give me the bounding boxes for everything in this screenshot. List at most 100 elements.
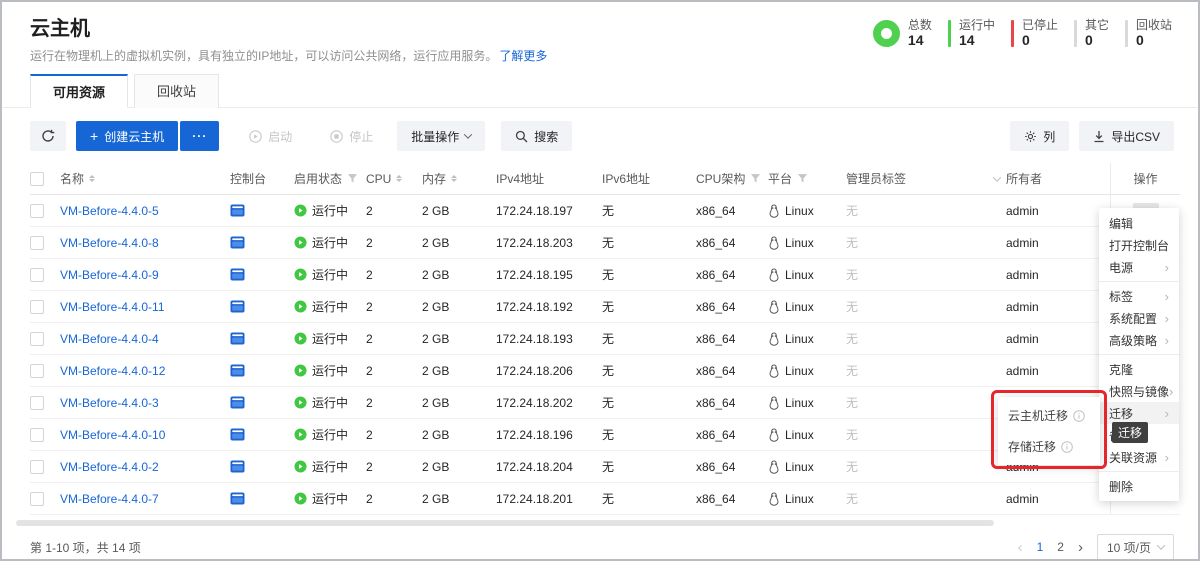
- stats: 总数14运行中14已停止0其它0回收站0: [873, 18, 1172, 49]
- row-checkbox[interactable]: [30, 396, 44, 410]
- page-button-1[interactable]: 1: [1037, 540, 1044, 554]
- search-button[interactable]: 搜索: [501, 121, 572, 151]
- vm-name-link[interactable]: VM-Before-4.4.0-5: [60, 204, 159, 218]
- menu-item-label: 克隆: [1109, 361, 1133, 378]
- row-checkbox[interactable]: [30, 492, 44, 506]
- cpu-arch-cell: x86_64: [696, 492, 768, 506]
- column-header-ops: 操作: [1110, 163, 1180, 194]
- console-icon[interactable]: [230, 204, 245, 217]
- console-icon[interactable]: [230, 268, 245, 281]
- submenu-item-存储迁移[interactable]: 存储迁移: [998, 431, 1100, 462]
- sort-icon[interactable]: [396, 175, 402, 182]
- horizontal-scrollbar-thumb[interactable]: [16, 520, 994, 526]
- row-checkbox[interactable]: [30, 236, 44, 250]
- menu-item-label: 快照与镜像: [1109, 383, 1169, 400]
- menu-item-电源[interactable]: 电源: [1099, 256, 1179, 278]
- row-checkbox[interactable]: [30, 300, 44, 314]
- menu-item-标签[interactable]: 标签: [1099, 285, 1179, 307]
- vm-name-link[interactable]: VM-Before-4.4.0-4: [60, 332, 159, 346]
- platform-text: Linux: [785, 268, 814, 282]
- sort-icon[interactable]: [89, 175, 95, 182]
- submenu-item-云主机迁移[interactable]: 云主机迁移: [998, 400, 1100, 431]
- tab-可用资源[interactable]: 可用资源: [30, 74, 128, 108]
- filter-icon[interactable]: [797, 173, 808, 184]
- create-vm-button[interactable]: 创建云主机: [76, 121, 178, 151]
- menu-item-迁移[interactable]: 迁移: [1099, 402, 1179, 424]
- vm-name-link[interactable]: VM-Before-4.4.0-8: [60, 236, 159, 250]
- prev-page-button[interactable]: [1018, 539, 1023, 556]
- console-icon[interactable]: [230, 236, 245, 249]
- menu-item-删除[interactable]: 删除: [1099, 475, 1179, 497]
- filter-icon[interactable]: [750, 173, 761, 184]
- cpu-cell: 2: [366, 268, 422, 282]
- tab-回收站[interactable]: 回收站: [134, 74, 219, 108]
- row-checkbox[interactable]: [30, 332, 44, 346]
- ipv6-cell: 无: [602, 426, 696, 443]
- vm-name-link[interactable]: VM-Before-4.4.0-2: [60, 460, 159, 474]
- learn-more-link[interactable]: 了解更多: [499, 49, 547, 63]
- stop-icon: [330, 130, 343, 143]
- create-more-button[interactable]: [180, 121, 219, 151]
- console-icon[interactable]: [230, 460, 245, 473]
- menu-item-编辑[interactable]: 编辑: [1099, 212, 1179, 234]
- row-checkbox[interactable]: [30, 364, 44, 378]
- vm-name-link[interactable]: VM-Before-4.4.0-11: [60, 300, 165, 314]
- submenu-arrow-icon: [1165, 406, 1169, 421]
- console-icon[interactable]: [230, 364, 245, 377]
- vm-name-link[interactable]: VM-Before-4.4.0-12: [60, 364, 165, 378]
- stat-item: 回收站0: [1125, 18, 1172, 49]
- chevron-down-icon[interactable]: [993, 173, 1001, 181]
- menu-item-关联资源[interactable]: 关联资源: [1099, 446, 1179, 468]
- admin-tag-cell: 无: [846, 266, 1006, 283]
- platform-text: Linux: [785, 300, 814, 314]
- vm-name-link[interactable]: VM-Before-4.4.0-7: [60, 492, 159, 506]
- menu-item-打开控制台[interactable]: 打开控制台: [1099, 234, 1179, 256]
- owner-cell: admin: [1006, 204, 1110, 218]
- page-size-select[interactable]: 10 项/页: [1097, 534, 1174, 560]
- ipv4-cell: 172.24.18.204: [496, 460, 602, 474]
- status-text: 运行中: [312, 234, 348, 251]
- menu-item-系统配置[interactable]: 系统配置: [1099, 307, 1179, 329]
- download-icon: [1093, 130, 1105, 143]
- vm-name-link[interactable]: VM-Before-4.4.0-9: [60, 268, 159, 282]
- vm-name-link[interactable]: VM-Before-4.4.0-10: [60, 428, 165, 442]
- sort-icon[interactable]: [451, 175, 457, 182]
- admin-tag-cell: 无: [846, 298, 1006, 315]
- console-icon[interactable]: [230, 396, 245, 409]
- columns-button[interactable]: 列: [1010, 121, 1069, 151]
- cpu-arch-cell: x86_64: [696, 300, 768, 314]
- console-icon[interactable]: [230, 428, 245, 441]
- export-csv-button[interactable]: 导出CSV: [1079, 121, 1174, 151]
- page-button-2[interactable]: 2: [1057, 540, 1064, 554]
- cpu-cell: 2: [366, 364, 422, 378]
- menu-item-克隆[interactable]: 克隆: [1099, 358, 1179, 380]
- vm-name-link[interactable]: VM-Before-4.4.0-3: [60, 396, 159, 410]
- platform-text: Linux: [785, 204, 814, 218]
- row-checkbox[interactable]: [30, 268, 44, 282]
- migrate-tooltip: 迁移: [1112, 422, 1148, 443]
- filter-icon[interactable]: [347, 173, 358, 184]
- select-all-checkbox[interactable]: [30, 172, 44, 186]
- plus-icon: [90, 129, 98, 144]
- linux-penguin-icon: [768, 236, 780, 250]
- console-icon[interactable]: [230, 332, 245, 345]
- batch-actions-button[interactable]: 批量操作: [397, 121, 485, 151]
- refresh-button[interactable]: [30, 121, 66, 151]
- column-header-arch: CPU架构: [696, 170, 768, 187]
- column-label: 管理员标签: [846, 170, 906, 187]
- menu-item-label: 关联资源: [1109, 449, 1157, 466]
- row-checkbox[interactable]: [30, 460, 44, 474]
- row-checkbox[interactable]: [30, 204, 44, 218]
- console-icon[interactable]: [230, 300, 245, 313]
- ipv4-cell: 172.24.18.192: [496, 300, 602, 314]
- menu-item-高级策略[interactable]: 高级策略: [1099, 329, 1179, 351]
- next-page-button[interactable]: [1078, 539, 1083, 556]
- start-button[interactable]: 启动: [235, 121, 306, 151]
- menu-item-快照与镜像[interactable]: 快照与镜像: [1099, 380, 1179, 402]
- column-header-cb: [30, 172, 60, 186]
- column-label: IPv6地址: [602, 170, 650, 187]
- stop-button[interactable]: 停止: [316, 121, 387, 151]
- owner-cell: admin: [1006, 300, 1110, 314]
- row-checkbox[interactable]: [30, 428, 44, 442]
- console-icon[interactable]: [230, 492, 245, 505]
